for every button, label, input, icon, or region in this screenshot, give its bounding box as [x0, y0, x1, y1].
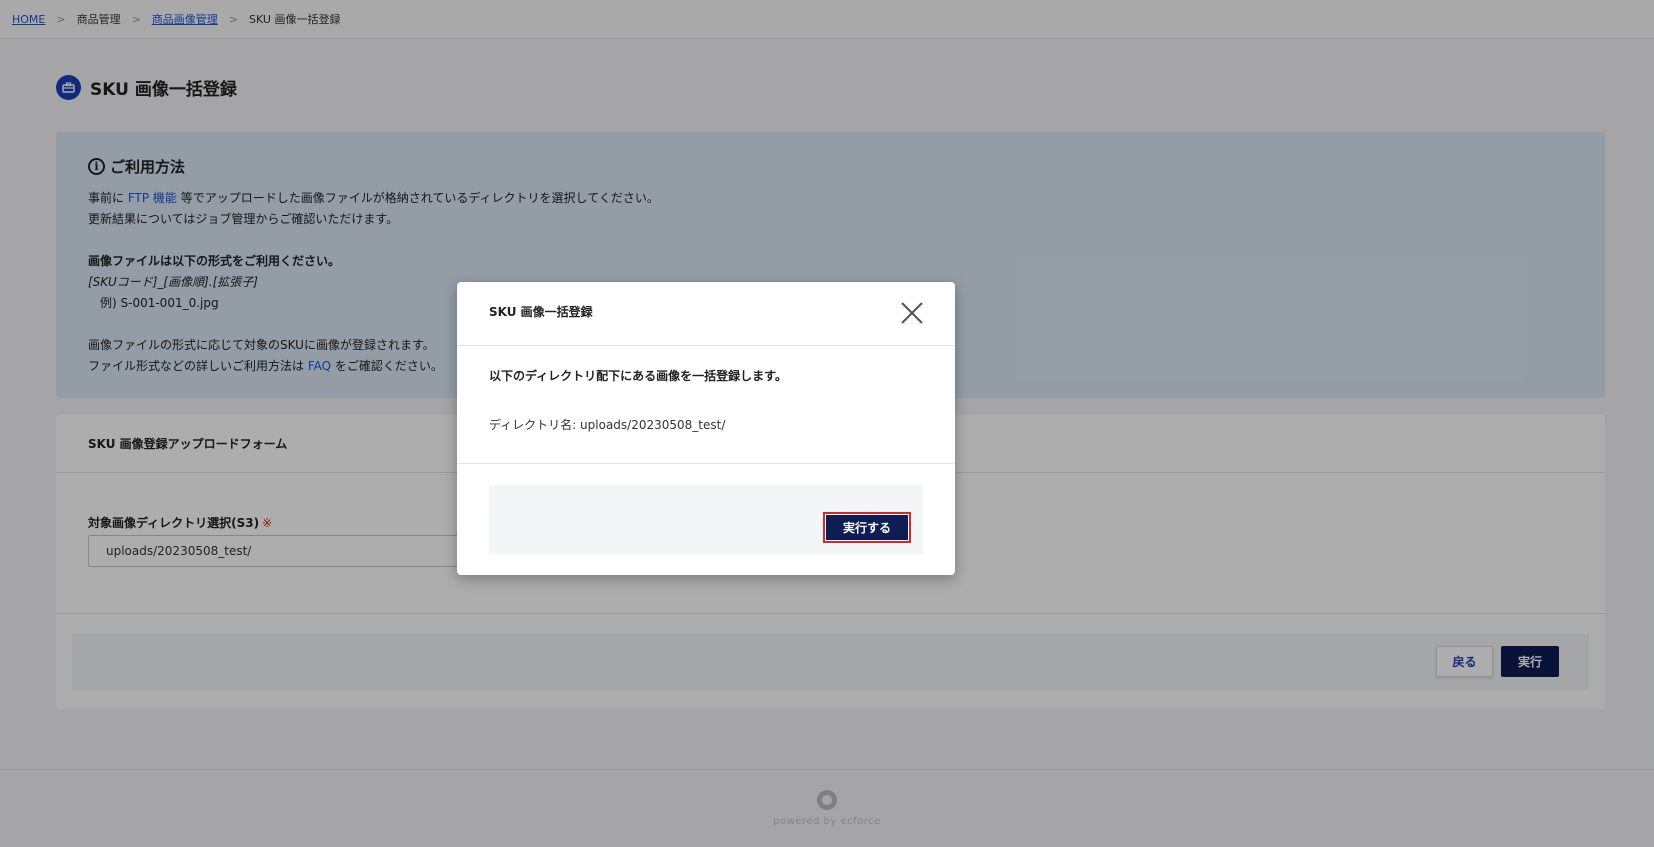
- confirm-execute-button[interactable]: 実行する: [823, 512, 911, 543]
- dialog-message: 以下のディレクトリ配下にある画像を一括登録します。: [489, 369, 787, 383]
- dialog-footer: 実行する: [489, 485, 923, 554]
- confirm-dialog: SKU 画像一括登録 以下のディレクトリ配下にある画像を一括登録します。 ディレ…: [457, 282, 955, 575]
- close-icon[interactable]: [900, 301, 924, 325]
- dialog-title: SKU 画像一括登録: [489, 305, 593, 319]
- dialog-directory: ディレクトリ名: uploads/20230508_test/: [489, 418, 726, 432]
- confirm-execute-label: 実行する: [826, 515, 908, 540]
